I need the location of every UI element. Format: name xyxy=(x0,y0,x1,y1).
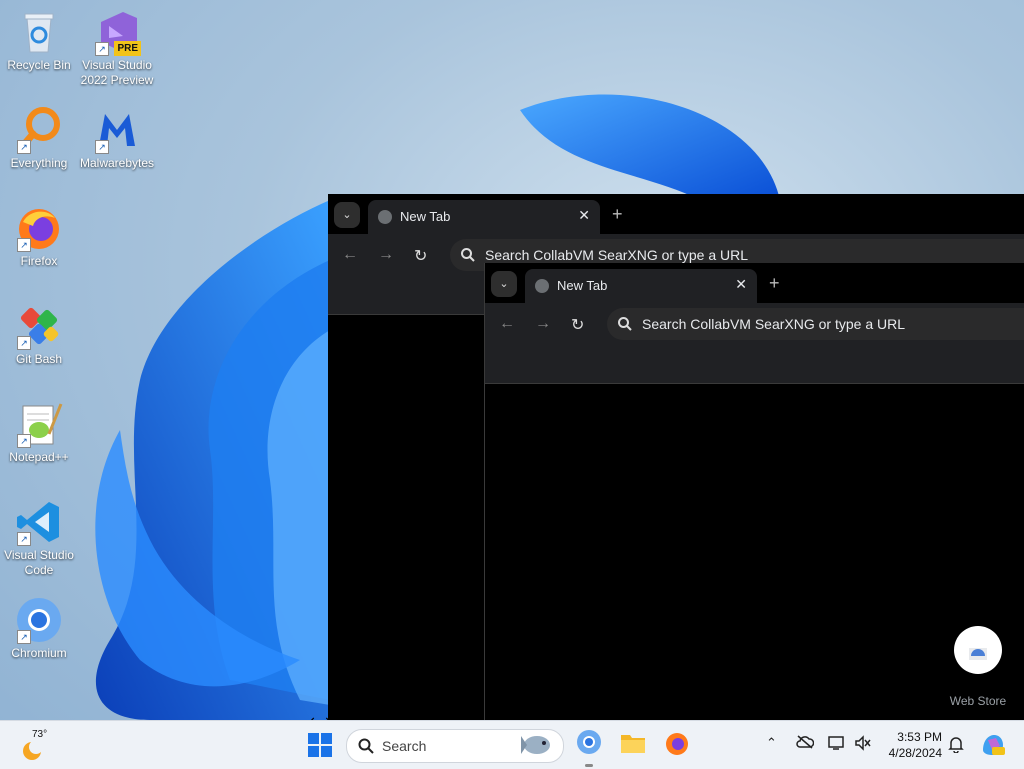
malwarebytes-icon: ↗ xyxy=(93,106,141,154)
weather-sun-icon xyxy=(23,740,43,760)
desktop-icon-label: Git Bash xyxy=(15,352,63,366)
shortcut-arrow-icon: ↗ xyxy=(17,140,31,154)
network-icon[interactable] xyxy=(828,735,846,756)
omnibox-placeholder: Search CollabVM SearXNG or type a URL xyxy=(642,316,905,332)
search-icon xyxy=(461,248,475,262)
tab-search-button[interactable]: ⌄ xyxy=(491,271,517,297)
copilot-preview-icon[interactable] xyxy=(980,732,1006,763)
back-arrow-icon[interactable]: ← xyxy=(499,315,515,333)
tab-strip: ⌄ New Tab ✕ + xyxy=(485,263,1024,303)
shortcut-arrow-icon: ↗ xyxy=(17,238,31,252)
reload-icon[interactable]: ↻ xyxy=(571,315,584,335)
pre-badge: PRE xyxy=(114,41,141,56)
notepad-plus-plus-icon: ↗ xyxy=(15,400,63,448)
shortcut-arrow-icon: ↗ xyxy=(17,434,31,448)
shortcut-arrow-icon: ↗ xyxy=(95,42,109,56)
everything-search-icon: ↗ xyxy=(15,106,63,154)
browser-window-front[interactable]: ⌄ New Tab ✕ + ← → ↻ Search CollabVM Sear… xyxy=(484,263,1024,720)
back-arrow-icon[interactable]: ← xyxy=(342,246,358,264)
folder-icon xyxy=(621,735,645,753)
shortcut-arrow-icon: ↗ xyxy=(17,630,31,644)
desktop-icon-git-bash[interactable]: ↗ Git Bash xyxy=(0,302,78,367)
tab-new-tab[interactable]: New Tab ✕ xyxy=(525,269,757,303)
recycle-bin-icon xyxy=(15,8,63,56)
web-store-icon xyxy=(954,626,1002,674)
desktop-icon-label: Notepad++ xyxy=(9,450,69,464)
desktop-icon-notepad-plus-plus[interactable]: ↗ Notepad++ xyxy=(0,400,78,465)
shortcut-arrow-icon: ↗ xyxy=(95,140,109,154)
desktop-icon-label: Malwarebytes xyxy=(79,156,155,170)
search-icon xyxy=(358,738,374,754)
volume-muted-icon[interactable] xyxy=(854,735,872,756)
search-highlight-fish-icon xyxy=(521,736,550,754)
desktop-icon-recycle-bin[interactable]: Recycle Bin xyxy=(0,8,78,73)
shortcut-arrow-icon: ↗ xyxy=(17,336,31,350)
desktop-icon-label: Everything xyxy=(10,156,68,170)
weather-temp: 73° xyxy=(32,729,48,740)
system-clock[interactable]: 3:53 PM 4/28/2024 xyxy=(880,729,942,761)
taskbar-search-label: Search xyxy=(382,738,427,754)
desktop-icon-malwarebytes[interactable]: ↗ Malwarebytes xyxy=(78,106,156,171)
visual-studio-icon: PRE ↗ xyxy=(93,8,141,56)
firefox-icon xyxy=(666,733,688,755)
web-store-shortcut[interactable]: Web Store xyxy=(948,626,1008,708)
globe-icon xyxy=(535,279,549,293)
search-icon xyxy=(618,317,632,331)
desktop-icon-chromium[interactable]: ↗ Chromium xyxy=(0,596,78,661)
tab-strip: ⌄ New Tab ✕ + xyxy=(328,194,1024,234)
omnibox[interactable]: Search CollabVM SearXNG or type a URL xyxy=(607,308,1024,340)
taskbar-search[interactable]: Search xyxy=(346,729,564,763)
firefox-icon: ↗ xyxy=(15,204,63,252)
clock-date: 4/28/2024 xyxy=(888,746,942,760)
web-store-label: Web Store xyxy=(949,694,1007,708)
omnibox-placeholder: Search CollabVM SearXNG or type a URL xyxy=(485,247,748,263)
desktop-icon-label: Firefox xyxy=(20,254,58,268)
new-tab-plus-icon[interactable]: + xyxy=(612,204,623,225)
desktop-icon-visual-studio-preview[interactable]: PRE ↗ Visual Studio 2022 Preview xyxy=(78,8,156,88)
desktop-icon-everything[interactable]: ↗ Everything xyxy=(0,106,78,171)
active-indicator xyxy=(585,764,593,767)
chromium-icon: ↗ xyxy=(15,596,63,644)
taskbar-firefox[interactable] xyxy=(664,731,690,762)
onedrive-offline-icon[interactable] xyxy=(796,735,815,754)
close-icon[interactable]: ✕ xyxy=(578,207,590,224)
clock-time: 3:53 PM xyxy=(897,730,942,744)
tab-search-button[interactable]: ⌄ xyxy=(334,202,360,228)
desktop-icon-label: Visual Studio Code xyxy=(4,548,74,577)
tab-title: New Tab xyxy=(557,278,608,293)
vscode-icon: ↗ xyxy=(15,498,63,546)
git-bash-icon: ↗ xyxy=(15,302,63,350)
taskbar-chromium[interactable] xyxy=(576,729,602,767)
tab-new-tab[interactable]: New Tab ✕ xyxy=(368,200,600,234)
shortcut-arrow-icon: ↗ xyxy=(17,532,31,546)
forward-arrow-icon[interactable]: → xyxy=(535,315,551,333)
windows-logo-icon xyxy=(308,733,332,757)
notifications-bell-icon[interactable] xyxy=(948,735,964,758)
chromium-icon xyxy=(577,730,601,754)
forward-arrow-icon[interactable]: → xyxy=(378,246,394,264)
desktop-icon-firefox[interactable]: ↗ Firefox xyxy=(0,204,78,269)
tab-title: New Tab xyxy=(400,209,451,224)
new-tab-plus-icon[interactable]: + xyxy=(769,273,780,294)
desktop-icon-label: Visual Studio 2022 Preview xyxy=(80,58,154,87)
close-icon[interactable]: ✕ xyxy=(735,276,747,293)
desktop-icon-label: Chromium xyxy=(11,646,67,660)
desktop-icon-label: Recycle Bin xyxy=(7,58,71,72)
globe-icon xyxy=(378,210,392,224)
taskbar: 73° Search ⌃ 3:53 PM 4/28/2024 xyxy=(0,720,1024,769)
desktop-icon-vscode[interactable]: ↗ Visual Studio Code xyxy=(0,498,78,578)
taskbar-file-explorer[interactable] xyxy=(620,731,646,760)
reload-icon[interactable]: ↻ xyxy=(414,246,427,266)
show-hidden-icons-chevron-up-icon[interactable]: ⌃ xyxy=(766,735,777,751)
browser-toolbar: ← → ↻ Search CollabVM SearXNG or type a … xyxy=(485,303,1024,345)
bookmarks-area xyxy=(485,345,1024,384)
weather-widget[interactable]: 73° xyxy=(18,729,68,761)
start-button[interactable] xyxy=(308,733,332,762)
